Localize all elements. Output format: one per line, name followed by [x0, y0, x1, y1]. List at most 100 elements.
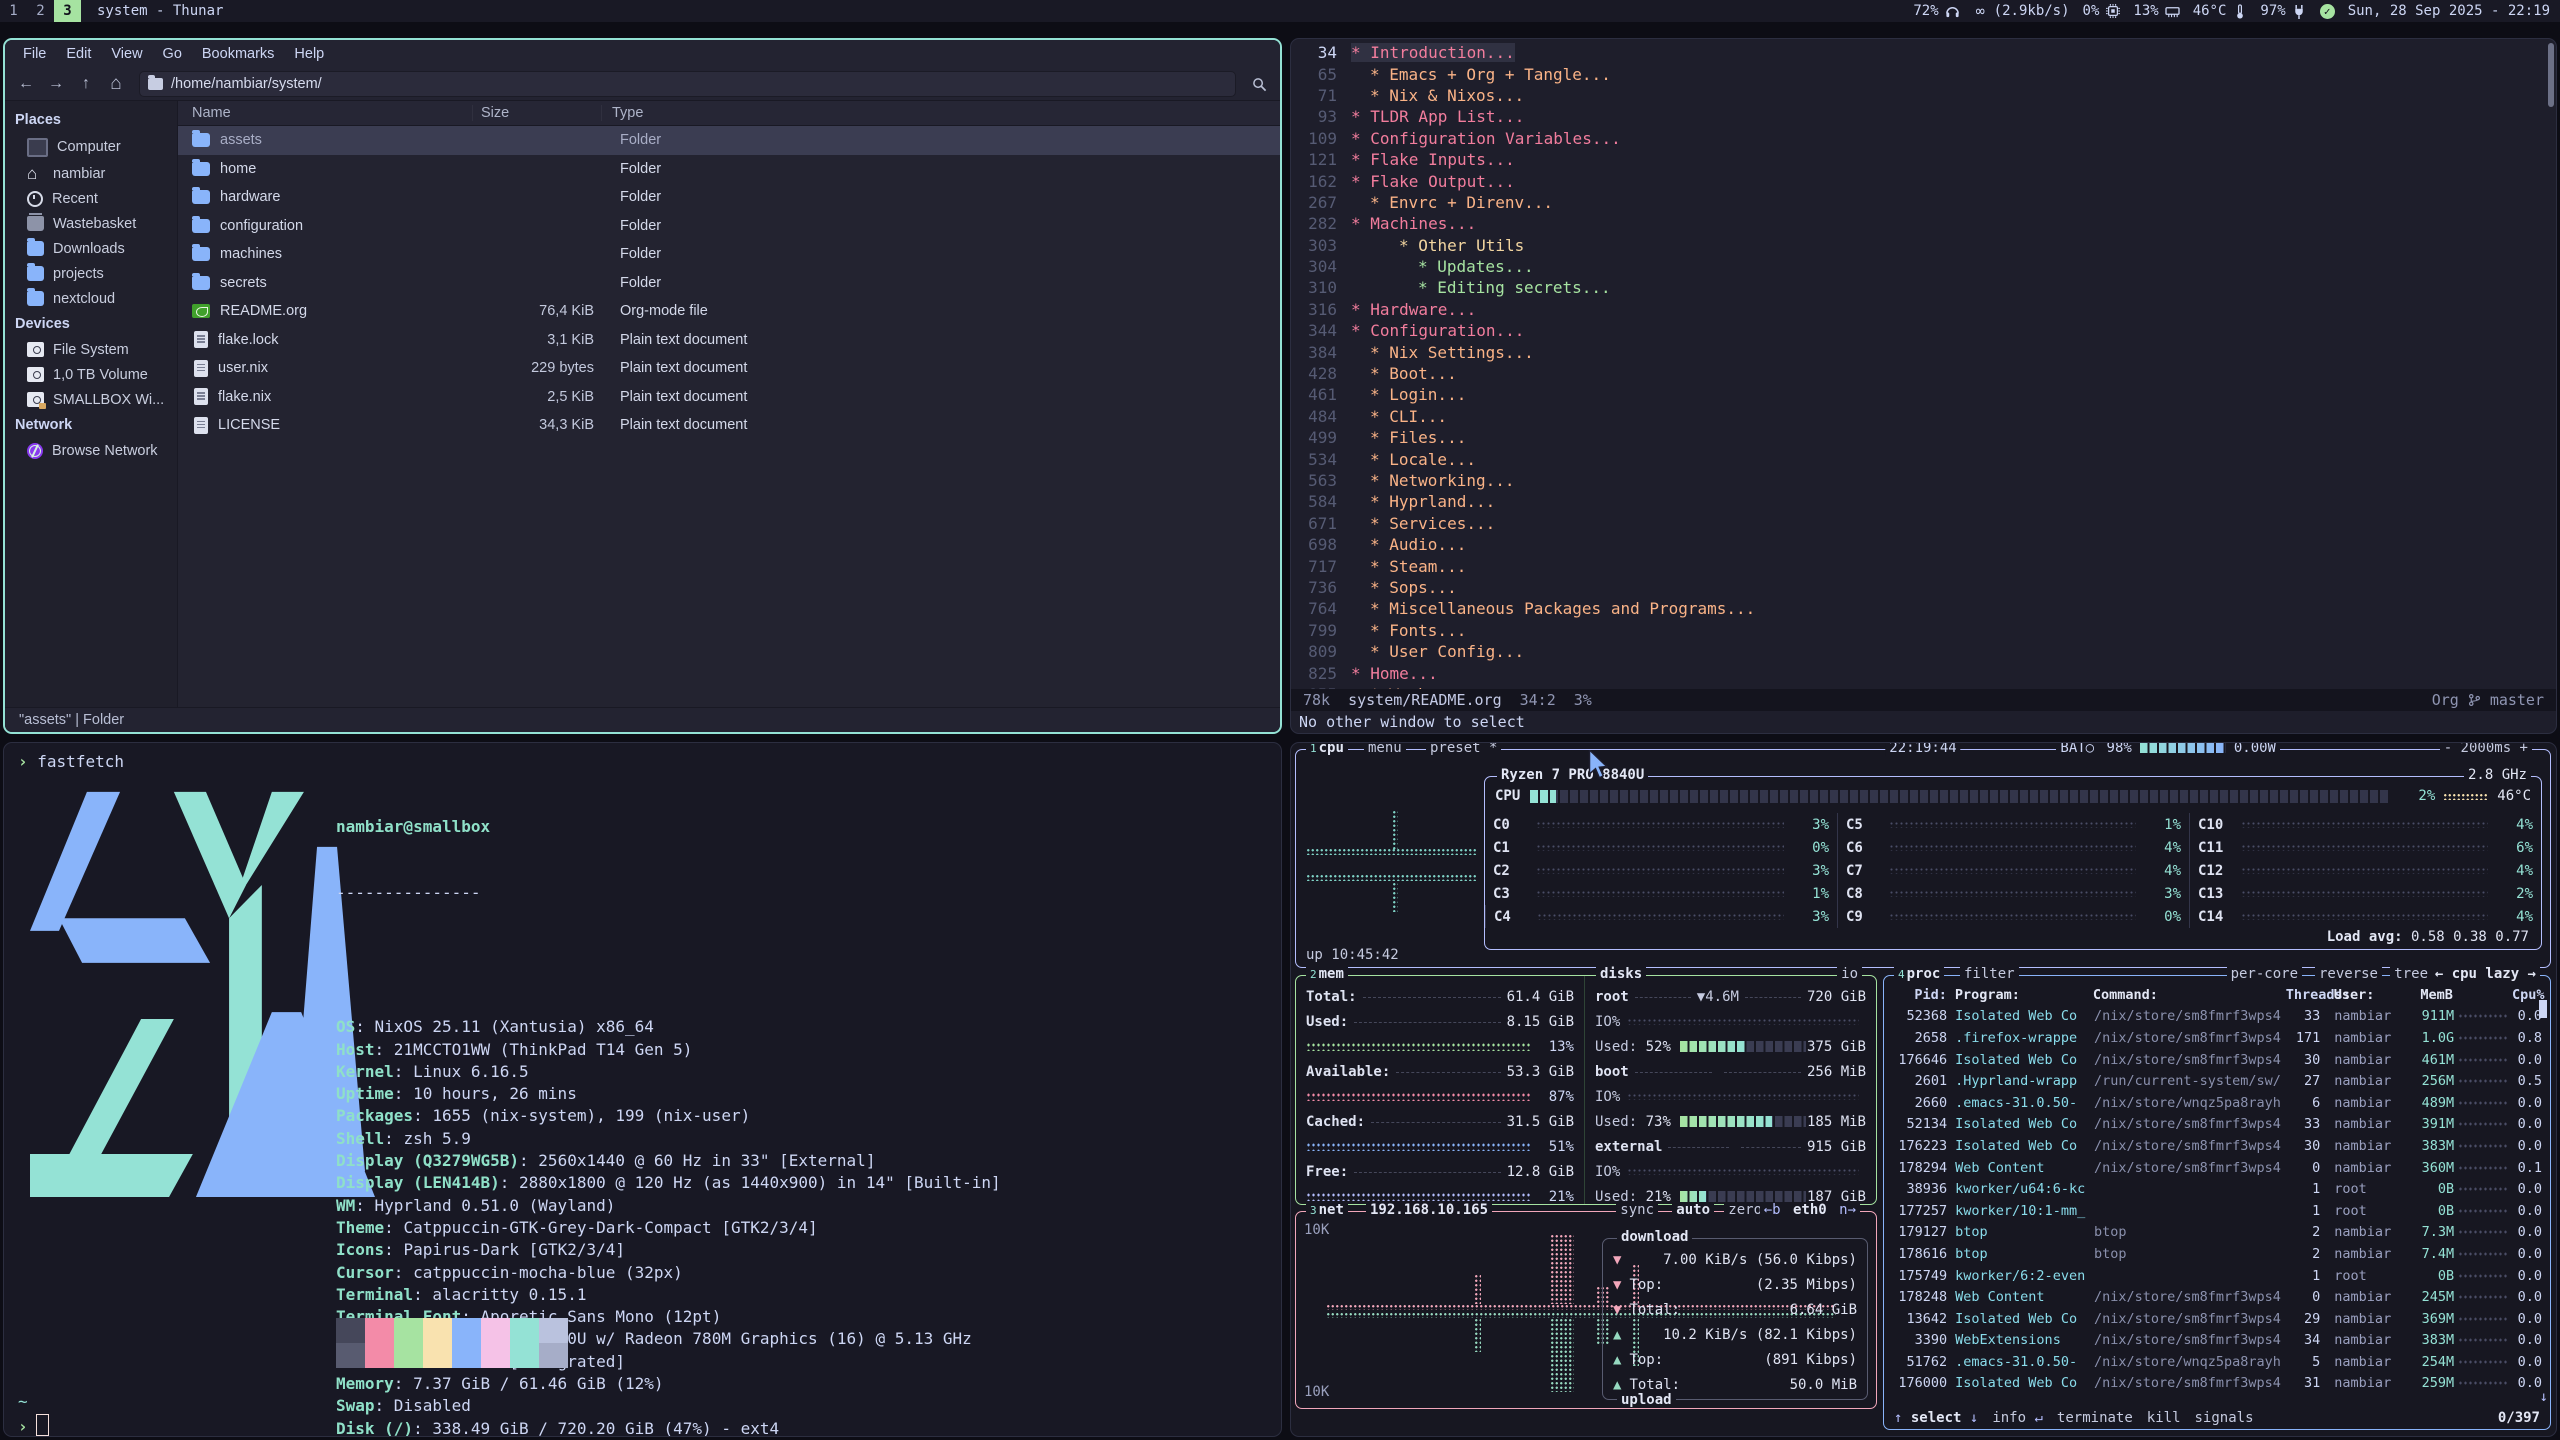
reverse-button[interactable]: reverse — [2315, 966, 2382, 982]
preset-button[interactable]: preset * — [1426, 742, 1501, 756]
cpu-module[interactable]: 0% — [2083, 3, 2121, 19]
mem-box-title[interactable]: mem — [1319, 966, 1344, 982]
org-outline-line[interactable]: 809 * User Config... — [1291, 641, 2556, 662]
org-outline-line[interactable]: 736 * Sops... — [1291, 577, 2556, 598]
file-row[interactable]: machines Folder — [178, 240, 1280, 269]
menu-item[interactable]: Edit — [58, 44, 99, 64]
battery-module[interactable]: 97% — [2260, 3, 2306, 19]
sidebar-item[interactable]: Browse Network — [5, 438, 177, 463]
org-outline-line[interactable]: 109 * Configuration Variables... — [1291, 128, 2556, 149]
filter-button[interactable]: filter — [1960, 966, 2019, 982]
path-bar[interactable]: /home/nambiar/system/ — [139, 71, 1236, 97]
proc-list[interactable]: 52368 Isolated Web Co /nix/store/sm8fmrf… — [1884, 1006, 2550, 1395]
file-row[interactable]: flake.nix 2,5 KiB Plain text document — [178, 383, 1280, 412]
sidebar-item[interactable]: 1,0 TB Volume — [5, 362, 177, 387]
file-row[interactable]: home Folder — [178, 155, 1280, 184]
file-row[interactable]: secrets Folder — [178, 269, 1280, 298]
net-box-title[interactable]: net — [1319, 1202, 1344, 1218]
process-row[interactable]: 176223 Isolated Web Co /nix/store/sm8fmr… — [1884, 1135, 2550, 1157]
org-outline-line[interactable]: 304 * Updates... — [1291, 256, 2556, 277]
org-outline-line[interactable]: 855 * Waubar... — [1291, 684, 2556, 689]
file-row[interactable]: user.nix 229 bytes Plain text document — [178, 354, 1280, 383]
signals-action[interactable]: signals — [2195, 1410, 2254, 1426]
menu-item[interactable]: File — [15, 44, 54, 64]
org-outline-line[interactable]: 825 * Home... — [1291, 662, 2556, 683]
per-core-button[interactable]: per-core — [2227, 966, 2302, 982]
org-outline-line[interactable]: 303 * Other Utils — [1291, 235, 2556, 256]
menu-item[interactable]: Help — [286, 44, 332, 64]
forward-button[interactable]: → — [43, 72, 69, 96]
process-row[interactable]: 178616 btop btop 2 nambiar 7.4M 0.0 — [1884, 1243, 2550, 1265]
disks-title[interactable]: disks — [1600, 966, 1642, 982]
org-outline-line[interactable]: 282 * Machines... — [1291, 213, 2556, 234]
clock[interactable]: Sun, 28 Sep 2025 - 22:19 — [2348, 3, 2550, 19]
org-outline-line[interactable]: 93 * TLDR App List... — [1291, 106, 2556, 127]
workspace-button[interactable]: 3 — [54, 0, 81, 22]
scrollbar-thumb[interactable] — [2548, 43, 2554, 107]
org-outline-line[interactable]: 671 * Services... — [1291, 513, 2556, 534]
menu-item[interactable]: Bookmarks — [194, 44, 283, 64]
column-size[interactable]: Size — [473, 105, 602, 121]
sidebar-item[interactable]: projects — [5, 261, 177, 286]
org-outline-line[interactable]: 499 * Files... — [1291, 427, 2556, 448]
process-row[interactable]: 178248 Web Content /nix/store/sm8fmrf3wp… — [1884, 1286, 2550, 1308]
home-button[interactable]: ⌂ — [103, 72, 129, 96]
org-outline-line[interactable]: 344 * Configuration... — [1291, 320, 2556, 341]
org-outline-line[interactable]: 534 * Locale... — [1291, 448, 2556, 469]
tree-button[interactable]: tree — [2390, 966, 2432, 982]
workspace-button[interactable]: 2 — [27, 0, 54, 22]
org-outline-line[interactable]: 384 * Nix Settings... — [1291, 341, 2556, 362]
volume-module[interactable]: 72% — [1913, 3, 1959, 19]
process-row[interactable]: 2601 .Hyprland-wrapp /run/current-system… — [1884, 1070, 2550, 1092]
org-outline-line[interactable]: 584 * Hyprland... — [1291, 491, 2556, 512]
up-button[interactable]: ↑ — [73, 72, 99, 96]
org-outline-line[interactable]: 698 * Audio... — [1291, 534, 2556, 555]
org-outline-line[interactable]: 461 * Login... — [1291, 384, 2556, 405]
process-row[interactable]: 178294 Web Content /nix/store/sm8fmrf3wp… — [1884, 1157, 2550, 1179]
column-name[interactable]: Name — [178, 105, 473, 121]
menu-item[interactable]: View — [103, 44, 150, 64]
workspace-button[interactable]: 1 — [0, 0, 27, 22]
org-outline-line[interactable]: 162 * Flake Output... — [1291, 170, 2556, 191]
file-row[interactable]: assets Folder — [178, 126, 1280, 155]
process-row[interactable]: 2660 .emacs-31.0.50- /nix/store/wnqz5pa8… — [1884, 1092, 2550, 1114]
sidebar-item[interactable]: Computer — [5, 133, 177, 161]
org-outline-line[interactable]: 34 * Introduction... — [1291, 42, 2556, 63]
sidebar-item[interactable]: Recent — [5, 186, 177, 211]
org-outline-line[interactable]: 799 * Fonts... — [1291, 620, 2556, 641]
scroll-down-indicator[interactable]: ↓ — [2540, 1389, 2548, 1405]
file-row[interactable]: flake.lock 3,1 KiB Plain text document — [178, 326, 1280, 355]
sidebar-item[interactable]: Downloads — [5, 236, 177, 261]
sidebar-item[interactable]: File System — [5, 337, 177, 362]
org-outline-line[interactable]: 316 * Hardware... — [1291, 299, 2556, 320]
memory-module[interactable]: 13% — [2133, 3, 2179, 19]
org-outline-line[interactable]: 71 * Nix & Nixos... — [1291, 85, 2556, 106]
org-outline-line[interactable]: 484 * CLI... — [1291, 406, 2556, 427]
process-row[interactable]: 38936 kworker/u64:6-kc 1 root 0B 0.0 — [1884, 1178, 2550, 1200]
org-outline-line[interactable]: 428 * Boot... — [1291, 363, 2556, 384]
sidebar-item[interactable]: nextcloud — [5, 286, 177, 311]
file-row[interactable]: LICENSE 34,3 KiB Plain text document — [178, 411, 1280, 440]
menu-button[interactable]: menu — [1364, 742, 1406, 756]
process-row[interactable]: 177257 kworker/10:1-mm_ 1 root 0B 0.0 — [1884, 1200, 2550, 1222]
sort-mode[interactable]: ← cpu lazy → — [2431, 966, 2540, 982]
proc-scrollbar-thumb[interactable] — [2539, 1000, 2547, 1018]
process-row[interactable]: 176646 Isolated Web Co /nix/store/sm8fmr… — [1884, 1049, 2550, 1071]
org-outline-line[interactable]: 563 * Networking... — [1291, 470, 2556, 491]
update-interval[interactable]: - 2000ms + — [2440, 742, 2532, 756]
temperature-module[interactable]: 46°C — [2193, 3, 2248, 19]
org-buffer[interactable]: 34 * Introduction... 65 * Emacs + Org + … — [1291, 39, 2556, 689]
file-row[interactable]: hardware Folder — [178, 183, 1280, 212]
process-row[interactable]: 52368 Isolated Web Co /nix/store/sm8fmrf… — [1884, 1006, 2550, 1028]
network-module[interactable]: ∞ (2.9kb/s) — [1973, 3, 2070, 19]
process-row[interactable]: 2658 .firefox-wrappe /nix/store/sm8fmrf3… — [1884, 1027, 2550, 1049]
check-status-icon[interactable]: ✓ — [2320, 4, 2335, 19]
process-row[interactable]: 3390 WebExtensions /nix/store/sm8fmrf3wp… — [1884, 1330, 2550, 1352]
terminate-action[interactable]: terminate — [2057, 1410, 2133, 1426]
terminal-content[interactable]: › fastfetch nambiar@smallbox -----------… — [4, 743, 1281, 1436]
shell-prompt[interactable]: › — [18, 1414, 49, 1437]
org-outline-line[interactable]: 717 * Steam... — [1291, 555, 2556, 576]
org-outline-line[interactable]: 310 * Editing secrets... — [1291, 277, 2556, 298]
search-icon[interactable] — [1246, 72, 1272, 96]
cpu-box-title[interactable]: cpu — [1319, 742, 1344, 756]
